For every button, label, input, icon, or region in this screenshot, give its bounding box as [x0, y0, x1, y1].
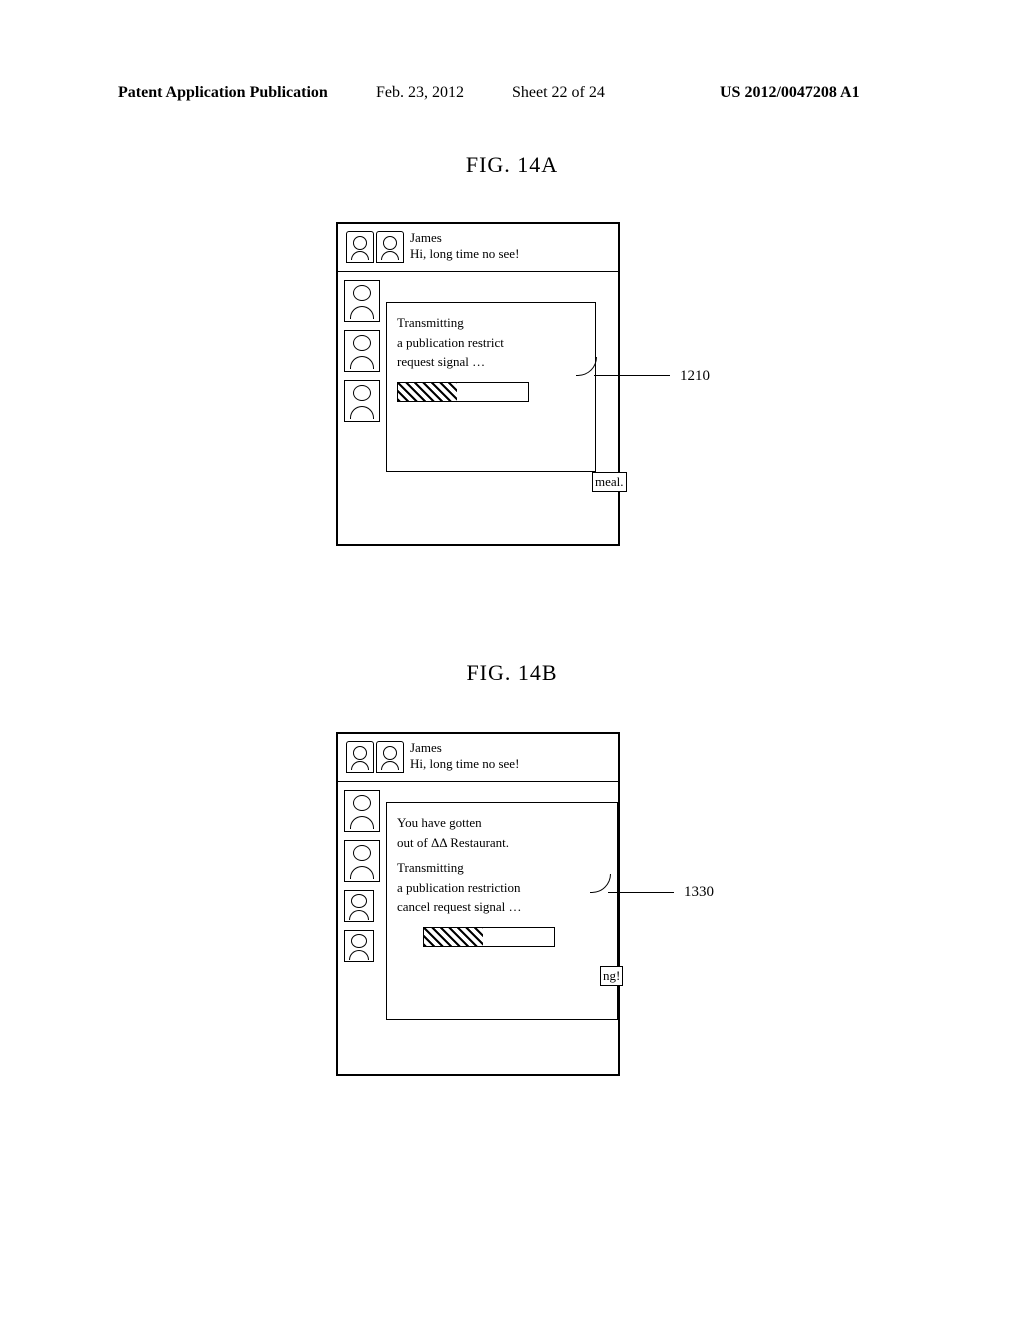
popup-line: cancel request signal …	[397, 897, 607, 917]
header-pub-type: Patent Application Publication	[118, 84, 328, 102]
post-text: James Hi, long time no see!	[410, 230, 519, 263]
post-header-14a: James Hi, long time no see!	[338, 224, 618, 272]
figure-label-14a: FIG. 14A	[0, 152, 1024, 178]
popup-line: out of ΔΔ Restaurant.	[397, 833, 607, 853]
leader-line	[608, 892, 674, 893]
popup-line: a publication restrict	[397, 333, 585, 353]
callout-ref-1210: 1210	[680, 368, 710, 385]
post-author: James	[410, 740, 519, 756]
avatar-pair-icon	[346, 230, 404, 263]
progress-bar	[397, 382, 529, 402]
figure-label-14b: FIG. 14B	[0, 660, 1024, 686]
progress-bar	[423, 927, 555, 947]
header-date: Feb. 23, 2012	[376, 84, 464, 102]
popup-line: a publication restriction	[397, 878, 607, 898]
contact-sidebar	[344, 280, 380, 422]
callout-ref-1330: 1330	[684, 884, 714, 901]
contact-thumb-icon	[344, 840, 380, 882]
leader-line	[594, 375, 670, 376]
device-screen-14b: James Hi, long time no see! You have got…	[336, 732, 620, 1076]
device-screen-14a: James Hi, long time no see! Transmitting…	[336, 222, 620, 546]
post-author: James	[410, 230, 519, 246]
contact-thumb-icon	[344, 280, 380, 322]
contact-thumb-icon	[344, 890, 374, 922]
background-text-peek: ng!	[600, 966, 623, 986]
popup-line: Transmitting	[397, 313, 585, 333]
progress-fill	[398, 383, 457, 401]
header-pub-number: US 2012/0047208 A1	[720, 84, 860, 102]
post-header-14b: James Hi, long time no see!	[338, 734, 618, 782]
popup-line: You have gotten	[397, 813, 607, 833]
post-text: James Hi, long time no see!	[410, 740, 519, 773]
header-sheet: Sheet 22 of 24	[512, 84, 605, 102]
avatar-pair-icon	[346, 740, 404, 773]
popup-line: Transmitting	[397, 858, 607, 878]
post-body: Hi, long time no see!	[410, 756, 519, 772]
post-body: Hi, long time no see!	[410, 246, 519, 262]
contact-thumb-icon	[344, 930, 374, 962]
progress-fill	[424, 928, 483, 946]
avatar-icon	[346, 231, 374, 263]
cancel-popup-14b: You have gotten out of ΔΔ Restaurant. Tr…	[386, 802, 618, 1020]
avatar-icon	[346, 741, 374, 773]
popup-line: request signal …	[397, 352, 585, 372]
transmitting-popup-14a: Transmitting a publication restrict requ…	[386, 302, 596, 472]
contact-thumb-icon	[344, 330, 380, 372]
contact-thumb-icon	[344, 790, 380, 832]
avatar-icon	[376, 741, 404, 773]
background-text-peek: meal.	[592, 472, 627, 492]
avatar-icon	[376, 231, 404, 263]
contact-sidebar	[344, 790, 380, 962]
contact-thumb-icon	[344, 380, 380, 422]
